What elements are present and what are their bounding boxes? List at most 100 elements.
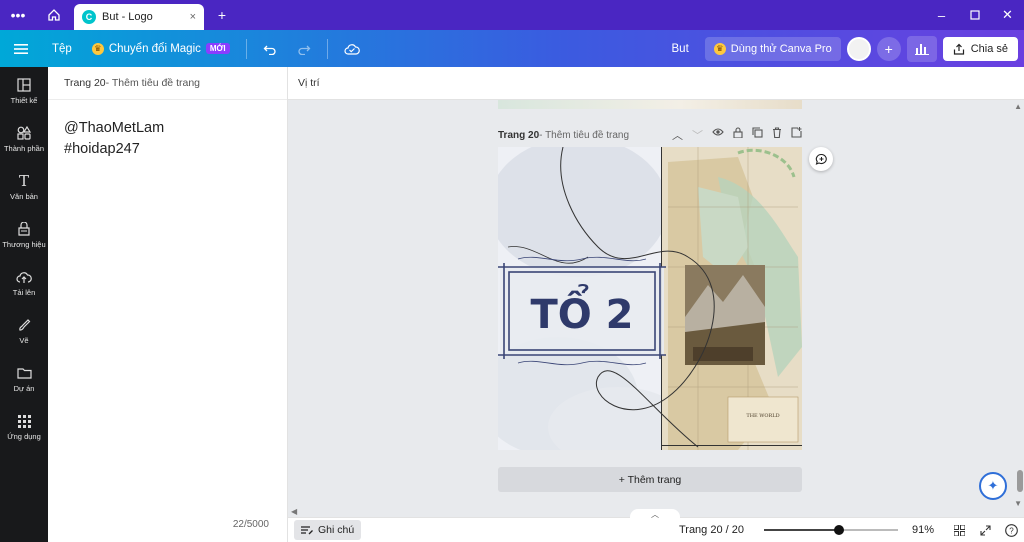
grid-view-icon[interactable] bbox=[946, 524, 972, 536]
notes-page-label: Trang 20 bbox=[64, 77, 106, 89]
trash-icon[interactable] bbox=[772, 127, 782, 143]
divider bbox=[245, 38, 247, 59]
try-pro-label: Dùng thử Canva Pro bbox=[730, 42, 832, 55]
chevron-down-icon[interactable]: ﹀ bbox=[692, 127, 703, 143]
try-pro-button[interactable]: ♛ Dùng thử Canva Pro bbox=[704, 36, 841, 61]
magic-sparkle-icon[interactable]: ✦ bbox=[979, 472, 1007, 500]
editor-toolbar: Tệp ♛ Chuyển đổi Magic MỚI But ♛ Dùng th… bbox=[0, 30, 1024, 67]
sidebar-item-design[interactable]: Thiết kế bbox=[0, 67, 48, 115]
notes-button[interactable]: Ghi chú bbox=[294, 520, 362, 540]
chevron-up-icon[interactable]: ︿ bbox=[672, 127, 683, 143]
design-title-text: TỔ 2 bbox=[530, 283, 633, 338]
fullscreen-icon[interactable] bbox=[972, 524, 998, 536]
sidebar-item-text[interactable]: T Văn bản bbox=[0, 163, 48, 211]
eye-icon[interactable] bbox=[712, 127, 724, 143]
sidebar-item-elements[interactable]: Thành phần bbox=[0, 115, 48, 163]
page-header: Trang 20 - Thêm tiêu đề trang ︿ ﹀ bbox=[498, 125, 802, 145]
page-title-input[interactable]: - Thêm tiêu đề trang bbox=[539, 130, 629, 141]
minimize-icon[interactable]: – bbox=[925, 0, 958, 30]
magic-switch-button[interactable]: ♛ Chuyển đổi Magic MỚI bbox=[82, 30, 240, 67]
add-page-icon[interactable] bbox=[791, 127, 802, 143]
character-count: 22/5000 bbox=[232, 519, 269, 530]
canva-logo-icon: C bbox=[82, 10, 96, 24]
notes-textarea[interactable]: @ThaoMetLam #hoidap247 bbox=[48, 100, 287, 178]
zoom-slider[interactable] bbox=[764, 525, 898, 535]
sidebar-item-label: Ứng dụng bbox=[7, 432, 41, 441]
sidebar-item-label: Vẽ bbox=[19, 336, 29, 345]
brand-icon bbox=[16, 221, 32, 237]
help-icon[interactable]: ? bbox=[998, 523, 1024, 537]
page-counter[interactable]: Trang 20 / 20 bbox=[679, 524, 744, 536]
add-page-button[interactable]: + Thêm trang bbox=[498, 467, 802, 492]
scroll-up-arrow[interactable]: ▲ bbox=[1014, 102, 1022, 111]
file-menu[interactable]: Tệp bbox=[42, 30, 82, 67]
browser-tab[interactable]: C But - Logo × bbox=[74, 4, 204, 30]
hamburger-menu-icon[interactable] bbox=[0, 30, 42, 67]
share-icon bbox=[953, 43, 964, 55]
add-collaborator-button[interactable]: + bbox=[876, 36, 901, 61]
scroll-down-arrow[interactable]: ▼ bbox=[1014, 499, 1022, 508]
notes-panel: Trang 20 - Thêm tiêu đề trang @ThaoMetLa… bbox=[48, 67, 288, 542]
add-comment-button[interactable] bbox=[809, 147, 833, 171]
folder-icon bbox=[16, 365, 32, 381]
sidebar-item-label: Văn bản bbox=[10, 192, 38, 201]
sidebar-item-uploads[interactable]: Tải lên bbox=[0, 259, 48, 307]
maximize-icon[interactable] bbox=[958, 0, 991, 30]
left-sidebar: Thiết kế Thành phần T Văn bản Thương hiệ… bbox=[0, 67, 48, 542]
title-bar: ••• C But - Logo × + – ✕ bbox=[0, 0, 1024, 30]
divider bbox=[326, 38, 328, 59]
new-tab-button[interactable]: + bbox=[204, 0, 240, 30]
sidebar-item-draw[interactable]: Vẽ bbox=[0, 307, 48, 355]
scrollbar-thumb[interactable] bbox=[1017, 470, 1023, 492]
avatar[interactable] bbox=[846, 36, 871, 61]
document-name[interactable]: But bbox=[662, 30, 699, 67]
notes-header: Trang 20 - Thêm tiêu đề trang bbox=[48, 67, 287, 100]
duplicate-icon[interactable] bbox=[752, 127, 763, 143]
zoom-level[interactable]: 91% bbox=[912, 524, 946, 536]
crown-icon: ♛ bbox=[713, 42, 726, 55]
close-window-icon[interactable]: ✕ bbox=[991, 0, 1024, 30]
close-tab-icon[interactable]: × bbox=[190, 11, 196, 23]
notes-page-title[interactable]: - Thêm tiêu đề trang bbox=[106, 77, 200, 89]
design-page[interactable]: THE WORLD TỔ 2 bbox=[498, 147, 802, 450]
zoom-slider-fill bbox=[764, 529, 840, 531]
lock-icon[interactable] bbox=[733, 127, 743, 143]
zoom-slider-handle[interactable] bbox=[834, 525, 845, 535]
position-tab[interactable]: Vị trí bbox=[288, 67, 1024, 100]
new-badge: MỚI bbox=[205, 43, 230, 54]
sidebar-item-brand[interactable]: Thương hiệu bbox=[0, 211, 48, 259]
sidebar-item-label: Thành phần bbox=[3, 144, 45, 153]
share-button[interactable]: Chia sẻ bbox=[942, 36, 1018, 61]
redo-icon[interactable] bbox=[287, 30, 321, 67]
layout-icon bbox=[16, 77, 32, 93]
apps-icon bbox=[16, 413, 32, 429]
bottom-bar: ︿ Ghi chú Trang 20 / 20 91% ? bbox=[288, 509, 1024, 542]
sidebar-item-apps[interactable]: Ứng dụng bbox=[0, 403, 48, 451]
vertical-scrollbar[interactable]: ▲ bbox=[1014, 100, 1022, 510]
sidebar-item-label: Thiết kế bbox=[10, 96, 38, 105]
insights-chart-icon[interactable] bbox=[906, 35, 937, 62]
cloud-saved-icon[interactable] bbox=[334, 30, 370, 67]
scroll-left-arrow[interactable]: ◀ bbox=[291, 507, 297, 516]
sidebar-item-label: Tải lên bbox=[12, 288, 36, 297]
chevron-up-icon[interactable]: ︿ bbox=[630, 509, 680, 519]
notes-icon bbox=[301, 526, 313, 535]
notes-line: @ThaoMetLam bbox=[64, 120, 165, 136]
ellipsis-icon[interactable]: ••• bbox=[0, 0, 36, 30]
home-icon[interactable] bbox=[36, 0, 72, 30]
sidebar-item-projects[interactable]: Dự án bbox=[0, 355, 48, 403]
design-artwork: THE WORLD TỔ 2 bbox=[498, 147, 802, 450]
notes-line: #hoidap247 bbox=[64, 141, 140, 157]
notes-label: Ghi chú bbox=[318, 524, 355, 536]
shapes-icon bbox=[16, 125, 32, 141]
page-label: Trang 20 bbox=[498, 129, 540, 141]
undo-icon[interactable] bbox=[253, 30, 287, 67]
previous-page-thumbnail[interactable] bbox=[498, 100, 802, 109]
comment-icon bbox=[815, 153, 827, 165]
magic-switch-label: Chuyển đổi Magic bbox=[108, 42, 201, 55]
crown-icon: ♛ bbox=[91, 42, 104, 55]
tab-title: But - Logo bbox=[102, 11, 153, 23]
sidebar-item-label: Dự án bbox=[13, 384, 35, 393]
text-icon: T bbox=[18, 172, 29, 190]
svg-text:?: ? bbox=[1009, 526, 1014, 535]
